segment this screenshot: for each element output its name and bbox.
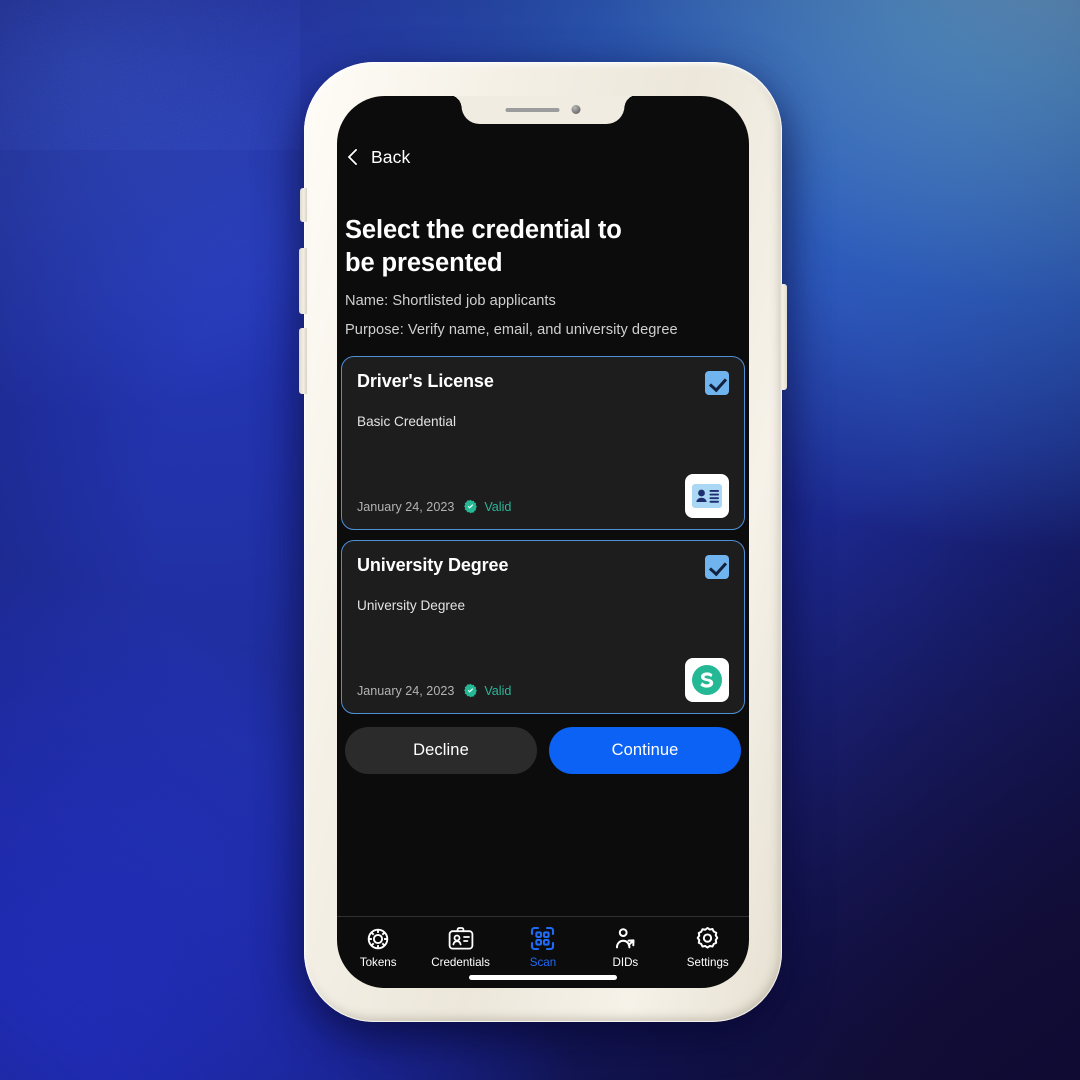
status-label: Valid (484, 499, 512, 514)
credential-card-footer: January 24, 2023 Valid (357, 658, 729, 703)
request-purpose-line: Purpose: Verify name, email, and univers… (345, 322, 678, 339)
credential-card-footer: January 24, 2023 Valid (357, 474, 729, 519)
tab-label: Scan (529, 956, 557, 969)
credential-subtitle: Basic Credential (357, 414, 456, 430)
credential-title: University Degree (357, 555, 509, 576)
credential-status-row: January 24, 2023 Valid (357, 499, 511, 518)
verified-badge-icon (464, 684, 478, 698)
request-name-line: Name: Shortlisted job applicants (345, 293, 556, 310)
qr-scan-icon (530, 926, 555, 951)
credential-logo (685, 658, 729, 703)
home-indicator[interactable] (469, 975, 617, 980)
tab-dids[interactable]: DIDs (588, 926, 662, 969)
sphereon-s-logo-icon (692, 665, 722, 696)
credential-status-row: January 24, 2023 Valid (357, 683, 511, 702)
tab-tokens[interactable]: Tokens (341, 926, 415, 969)
tab-label: DIDs (612, 956, 639, 969)
id-badge-icon (448, 926, 474, 951)
display-notch (448, 96, 625, 124)
tab-settings[interactable]: Settings (671, 926, 745, 969)
tab-label: Settings (686, 956, 729, 969)
phone-mockup: Back Select the credential to be present… (299, 62, 787, 1022)
continue-button[interactable]: Continue (549, 727, 741, 775)
status-badge: Valid (463, 499, 511, 514)
background-noise-texture (0, 0, 300, 150)
credential-card-drivers-license[interactable]: Driver's License Basic Credential Januar… (341, 356, 745, 531)
action-buttons: Decline Continue (337, 714, 749, 775)
volume-up-button[interactable] (299, 248, 307, 314)
verified-badge-icon (464, 500, 478, 514)
tab-label: Credentials (431, 956, 490, 969)
credential-checkbox[interactable] (705, 371, 729, 396)
app-viewport: Back Select the credential to be present… (337, 96, 749, 988)
front-camera-icon (571, 105, 581, 114)
poker-chip-icon (366, 926, 390, 951)
credential-card-header: University Degree (357, 555, 729, 580)
tab-label: Tokens (359, 956, 397, 969)
tab-credentials[interactable]: Credentials (424, 926, 498, 969)
back-button-label: Back (371, 147, 411, 167)
tab-scan[interactable]: Scan (506, 926, 580, 969)
credential-logo (685, 474, 729, 519)
status-badge: Valid (463, 683, 511, 698)
credential-checkbox[interactable] (705, 555, 729, 580)
person-arrow-icon (613, 926, 637, 951)
credential-list: Driver's License Basic Credential Januar… (337, 338, 749, 715)
credential-date: January 24, 2023 (357, 499, 455, 514)
earpiece-speaker-icon (505, 107, 560, 112)
credential-title: Driver's License (357, 371, 494, 392)
credential-card-university-degree[interactable]: University Degree University Degree Janu… (341, 540, 745, 715)
credential-subtitle: University Degree (357, 598, 466, 614)
power-button[interactable] (779, 284, 787, 390)
decline-button[interactable]: Decline (345, 727, 537, 775)
status-label: Valid (484, 683, 512, 698)
page-title: Select the credential to be presented (345, 216, 622, 277)
gear-icon (695, 926, 720, 951)
volume-down-button[interactable] (299, 328, 307, 394)
phone-screen: Back Select the credential to be present… (337, 96, 749, 988)
chevron-left-icon (345, 149, 362, 166)
credential-card-header: Driver's License (357, 371, 729, 396)
silent-switch[interactable] (300, 188, 307, 222)
id-card-icon (692, 484, 722, 509)
credential-date: January 24, 2023 (357, 683, 455, 698)
